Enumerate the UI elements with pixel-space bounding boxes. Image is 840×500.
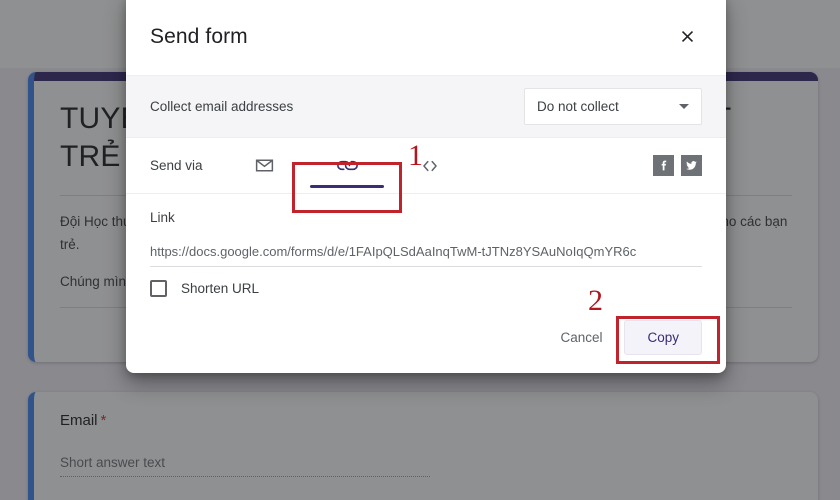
screenshot-root: TUYỂN THÀNH VIÊN CÂU LẠC BỘ HỌC THUẬT TR… xyxy=(0,0,840,500)
collect-email-label: Collect email addresses xyxy=(150,99,294,114)
shorten-url-checkbox[interactable] xyxy=(150,280,167,297)
send-form-dialog: Send form Collect email addresses Do not… xyxy=(126,0,726,373)
chevron-down-icon xyxy=(679,104,689,109)
copy-button[interactable]: Copy xyxy=(624,320,702,355)
tab-send-via-email[interactable] xyxy=(236,138,292,194)
facebook-share-button[interactable] xyxy=(653,155,674,176)
link-url-field[interactable]: https://docs.google.com/forms/d/e/1FAIpQ… xyxy=(150,244,702,267)
tab-send-via-embed[interactable] xyxy=(402,138,458,194)
dialog-actions: Cancel Copy xyxy=(554,320,702,355)
link-section: Link https://docs.google.com/forms/d/e/1… xyxy=(126,194,726,373)
collect-email-selected-value: Do not collect xyxy=(537,99,619,114)
facebook-icon xyxy=(661,160,667,171)
cancel-button[interactable]: Cancel xyxy=(554,322,608,353)
link-section-label: Link xyxy=(150,210,175,225)
send-via-label: Send via xyxy=(150,158,203,173)
social-share-buttons xyxy=(653,155,702,176)
close-icon xyxy=(681,30,693,43)
twitter-share-button[interactable] xyxy=(681,155,702,176)
code-brackets-icon xyxy=(423,160,437,171)
dialog-title: Send form xyxy=(150,24,248,48)
shorten-url-label: Shorten URL xyxy=(181,281,260,296)
shorten-url-row: Shorten URL xyxy=(150,280,702,297)
send-via-tabs xyxy=(236,138,458,194)
close-button[interactable] xyxy=(670,20,704,54)
dialog-header: Send form xyxy=(126,0,726,75)
tab-selected-underline xyxy=(310,184,384,188)
tab-send-via-link[interactable] xyxy=(292,138,402,194)
collect-email-row: Collect email addresses Do not collect xyxy=(126,75,726,138)
twitter-icon xyxy=(686,161,697,170)
send-via-row: Send via xyxy=(126,138,726,194)
link-icon xyxy=(336,160,358,171)
envelope-icon xyxy=(255,159,273,172)
collect-email-select[interactable]: Do not collect xyxy=(524,88,702,125)
